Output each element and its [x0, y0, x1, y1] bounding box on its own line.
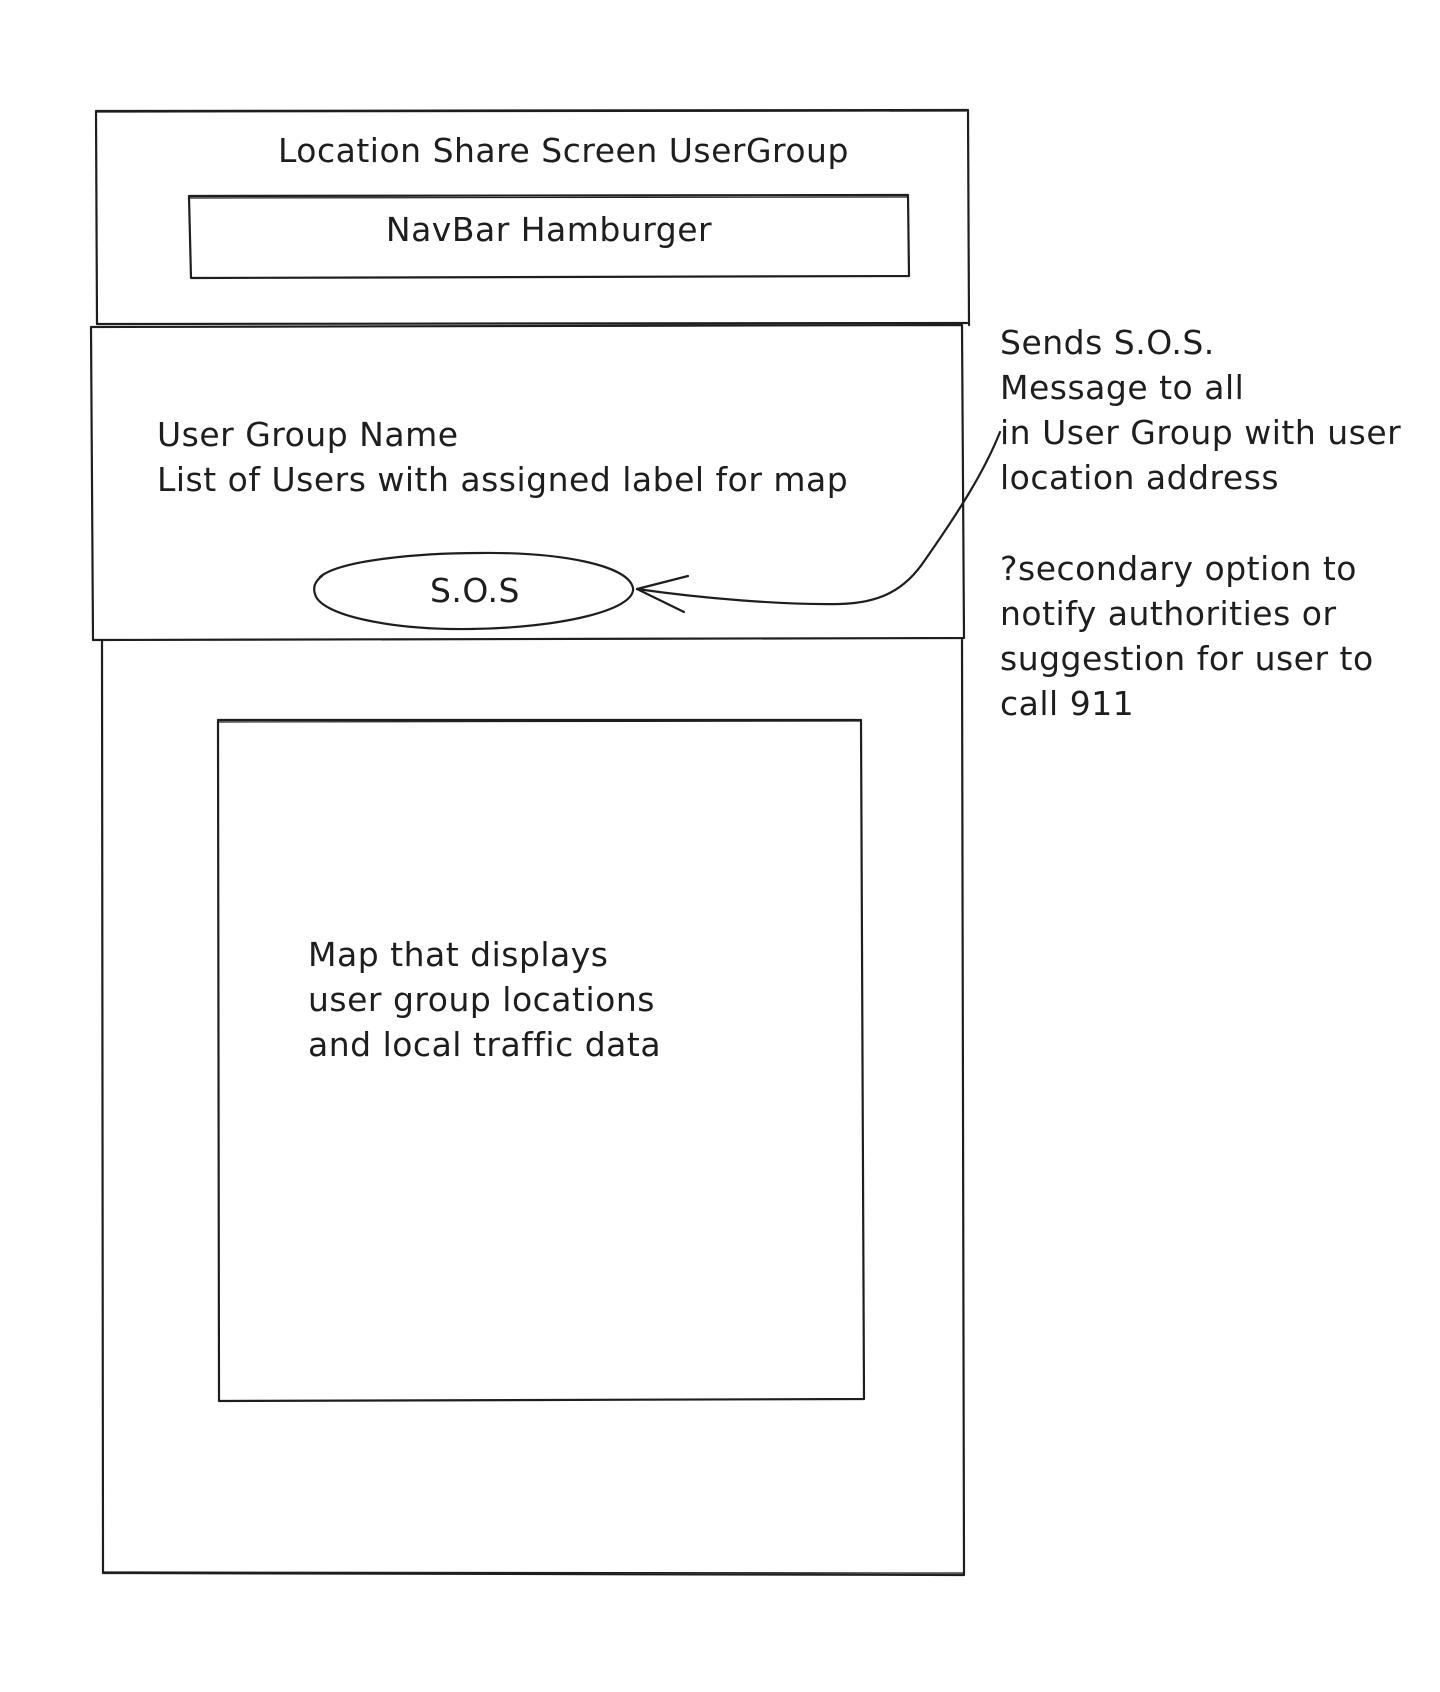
sos-button[interactable]: S.O.S [320, 568, 630, 613]
secondary-note-line-3: suggestion for user to [1000, 639, 1374, 678]
sos-note-line-4: location address [1000, 458, 1280, 497]
wireframe-sketch [89, 108, 1002, 1577]
secondary-note-line-2: notify authorities or [1000, 594, 1337, 633]
map-description-line-1: Map that displays [308, 935, 609, 974]
user-group-name: User Group Name [157, 415, 459, 454]
navbar-hamburger[interactable]: NavBar Hamburger [190, 207, 908, 252]
sos-note-line-2: Message to all [1000, 368, 1245, 407]
sos-note-line-1: Sends S.O.S. [1000, 323, 1215, 362]
sos-note-line-3: in User Group with user [1000, 413, 1402, 452]
secondary-note-line-4: call 911 [1000, 684, 1135, 723]
map-description-line-2: user group locations [308, 980, 655, 1019]
map-description-line-3: and local traffic data [308, 1025, 662, 1064]
phone-frame [100, 638, 966, 1577]
screen-title: Location Share Screen UserGroup [278, 131, 849, 170]
user-list-description: List of Users with assigned label for ma… [157, 460, 849, 499]
secondary-note-line-1: ?secondary option to [1000, 549, 1357, 588]
